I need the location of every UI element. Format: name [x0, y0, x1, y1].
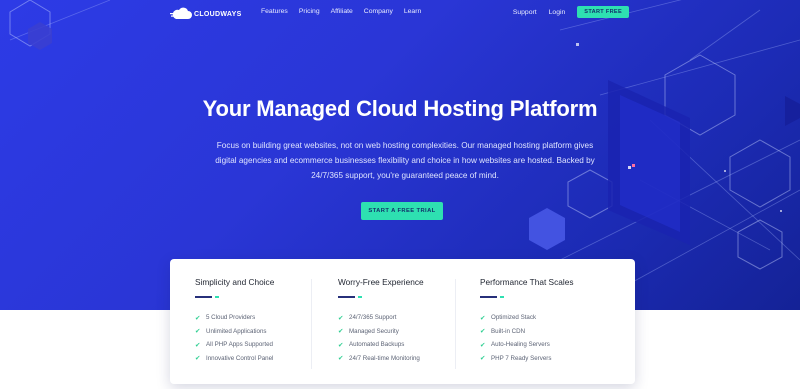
list-item: ✔ Automated Backups [338, 338, 420, 352]
check-icon: ✔ [195, 341, 201, 349]
title-underline [195, 296, 219, 298]
nav-link-learn[interactable]: Learn [404, 8, 421, 15]
features-card: Simplicity and Choice ✔ 5 Cloud Providers… [170, 259, 635, 384]
brand-name: CLOUDWAYS [194, 10, 242, 18]
start-free-button[interactable]: START FREE [577, 6, 629, 18]
list-item: ✔ Auto-Healing Servers [480, 338, 551, 352]
start-free-trial-button[interactable]: START A FREE TRIAL [361, 202, 443, 220]
list-item-label: 5 Cloud Providers [206, 314, 256, 322]
nav-link-pricing[interactable]: Pricing [299, 8, 320, 15]
check-icon: ✔ [338, 355, 344, 363]
feature-column-worry-free: Worry-Free Experience ✔ 24/7/365 Support … [338, 259, 481, 384]
list-item-label: Innovative Control Panel [206, 354, 274, 362]
list-item-label: Built-in CDN [491, 327, 526, 335]
check-icon: ✔ [195, 314, 201, 322]
nav-link-features[interactable]: Features [261, 8, 288, 15]
list-item-label: Managed Security [349, 327, 399, 335]
title-underline [338, 296, 362, 298]
nav-links: Features Pricing Affiliate Company Learn [261, 8, 432, 15]
check-icon: ✔ [338, 341, 344, 349]
list-item-label: Automated Backups [349, 341, 405, 349]
list-item-label: All PHP Apps Supported [206, 341, 273, 349]
list-item: ✔ PHP 7 Ready Servers [480, 352, 551, 366]
list-item-label: 24/7/365 Support [349, 314, 397, 322]
nav-link-affiliate[interactable]: Affiliate [331, 8, 353, 15]
support-link[interactable]: Support [513, 9, 537, 16]
list-item: ✔ All PHP Apps Supported [195, 338, 273, 352]
cloud-logo-icon [170, 7, 192, 19]
check-icon: ✔ [480, 355, 486, 363]
list-item: ✔ Innovative Control Panel [195, 352, 273, 366]
check-icon: ✔ [480, 314, 486, 322]
feature-column-title: Performance That Scales [480, 277, 574, 287]
list-item-label: Optimized Stack [491, 314, 537, 322]
list-item-label: PHP 7 Ready Servers [491, 354, 552, 362]
feature-list: ✔ 5 Cloud Providers ✔ Unlimited Applicatio… [195, 311, 273, 365]
feature-column-simplicity: Simplicity and Choice ✔ 5 Cloud Providers… [195, 259, 338, 384]
login-link[interactable]: Login [549, 9, 566, 16]
title-underline [480, 296, 504, 298]
list-item: ✔ Unlimited Applications [195, 325, 273, 339]
list-item: ✔ Built-in CDN [480, 325, 551, 339]
check-icon: ✔ [195, 328, 201, 336]
list-item: ✔ Managed Security [338, 325, 420, 339]
list-item: ✔ 5 Cloud Providers [195, 311, 273, 325]
column-divider [455, 279, 456, 369]
hero-subtext: Focus on building great websites, not on… [215, 141, 595, 180]
list-item: ✔ Optimized Stack [480, 311, 551, 325]
check-icon: ✔ [480, 341, 486, 349]
feature-column-title: Worry-Free Experience [338, 277, 424, 287]
nav-right: Support Login START FREE [513, 6, 629, 18]
list-item: ✔ 24/7/365 Support [338, 311, 420, 325]
feature-column-performance: Performance That Scales ✔ Optimized Stack… [480, 259, 623, 384]
list-item-label: 24/7 Real-time Monitoring [349, 354, 420, 362]
check-icon: ✔ [338, 314, 344, 322]
list-item: ✔ 24/7 Real-time Monitoring [338, 352, 420, 366]
nav-link-company[interactable]: Company [364, 8, 393, 15]
list-item-label: Auto-Healing Servers [491, 341, 550, 349]
check-icon: ✔ [195, 355, 201, 363]
brand-logo[interactable]: CLOUDWAYS [170, 6, 242, 22]
check-icon: ✔ [480, 328, 486, 336]
hero-headline: Your Managed Cloud Hosting Platform [202, 96, 598, 121]
check-icon: ✔ [338, 328, 344, 336]
feature-column-title: Simplicity and Choice [195, 277, 275, 287]
feature-list: ✔ Optimized Stack ✔ Built-in CDN ✔ Auto-Hea… [480, 311, 551, 365]
top-navigation: CLOUDWAYS Features Pricing Affiliate Com… [0, 0, 800, 28]
feature-list: ✔ 24/7/365 Support ✔ Managed Security ✔ Aut… [338, 311, 420, 365]
list-item-label: Unlimited Applications [206, 327, 267, 335]
column-divider [311, 279, 312, 369]
